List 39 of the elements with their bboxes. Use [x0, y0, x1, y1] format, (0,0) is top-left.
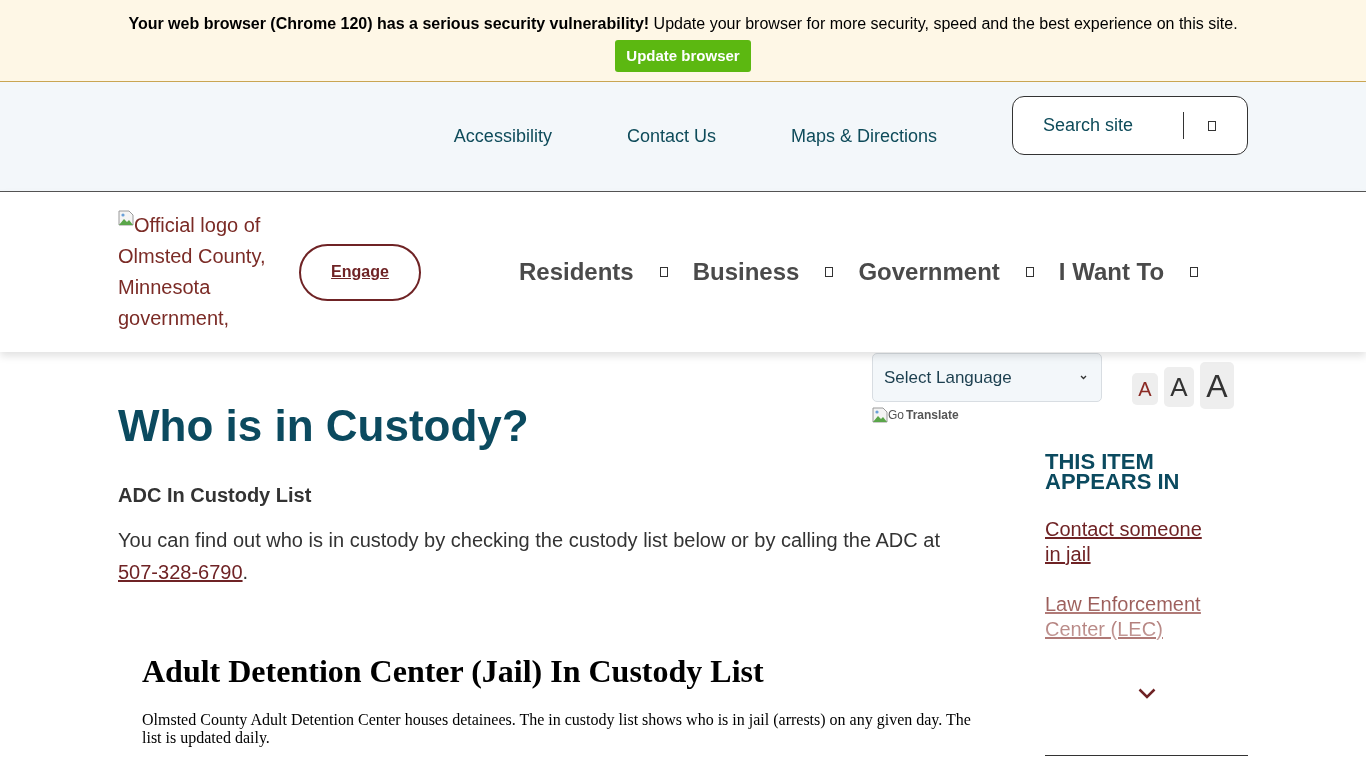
- menu-expand-button[interactable]: [659, 267, 668, 277]
- chevron-down-icon: [1137, 688, 1156, 699]
- main-menu-item[interactable]: Residents: [519, 254, 634, 290]
- search-bar[interactable]: Search site: [1012, 96, 1248, 155]
- missing-glyph-icon: [1190, 267, 1199, 277]
- engage-button[interactable]: Engage: [299, 243, 421, 301]
- sidebar-link[interactable]: Contact someone in jail: [1045, 517, 1220, 567]
- translate-logo-alt-text: Go: [888, 407, 904, 423]
- main-menu-item[interactable]: I Want To: [1058, 254, 1165, 290]
- menu-expand-button[interactable]: [825, 267, 834, 277]
- translate-label: Translate: [906, 407, 959, 423]
- utility-link[interactable]: Maps & Directions: [790, 125, 937, 147]
- missing-glyph-icon: [1208, 120, 1216, 131]
- main-menu-item[interactable]: Government: [858, 254, 1000, 290]
- font-size-button[interactable]: A: [1200, 362, 1234, 409]
- language-select[interactable]: Select Language: [872, 353, 1102, 402]
- font-size-button[interactable]: A: [1132, 373, 1158, 405]
- font-size-button[interactable]: A: [1164, 367, 1194, 407]
- intro-paragraph: You can find out who is in custody by checking the custody list below or by calling the ADC at 507-328-6790.: [118, 528, 941, 585]
- page-title: Who is in Custody?: [118, 400, 530, 452]
- document-paragraph: Olmsted County Adult Detention Center houses detainees. The in custody list shows who is in jail (arrests) on any given day. The list is updated daily.: [142, 711, 972, 747]
- utility-link[interactable]: Accessibility: [453, 125, 552, 147]
- browser-warning-message: Your web browser (Chrome 120) has a serious security vulnerability! Update your browser for more security, speed and the best experience on this site.: [128, 14, 1238, 34]
- section-heading: ADC In Custody List: [118, 483, 313, 507]
- broken-image-icon: [872, 407, 888, 423]
- document-title: Adult Detention Center (Jail) In Custody List: [142, 652, 765, 690]
- search-field[interactable]: Search site: [1043, 110, 1173, 141]
- menu-expand-button[interactable]: [1025, 267, 1034, 277]
- missing-glyph-icon: [659, 267, 668, 277]
- sidebar-heading: THIS ITEM APPEARS IN: [1045, 452, 1181, 492]
- logo-alt-text: Official logo of Olmsted County, Minnesota government,: [118, 210, 278, 334]
- menu-expand-button[interactable]: [1190, 267, 1199, 277]
- chevron-down-icon: [1080, 375, 1087, 380]
- missing-glyph-icon: [825, 267, 834, 277]
- broken-image-icon: [118, 210, 134, 226]
- phone-link[interactable]: 507-328-6790: [118, 561, 243, 583]
- utility-link[interactable]: Contact Us: [626, 125, 716, 147]
- missing-glyph-icon: [1025, 267, 1034, 277]
- main-menu-item[interactable]: Business: [692, 254, 800, 290]
